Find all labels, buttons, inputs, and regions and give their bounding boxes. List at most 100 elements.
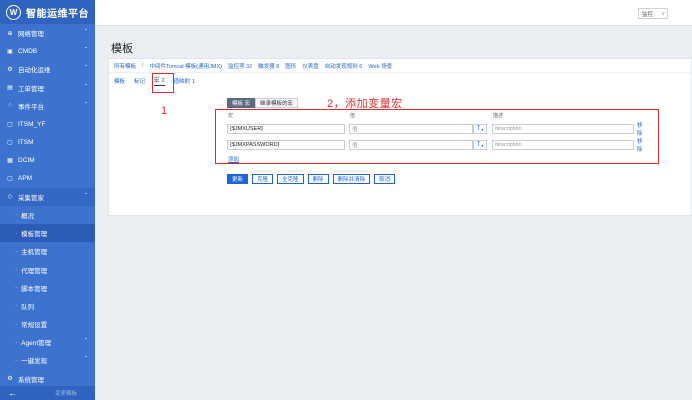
sidebar-item[interactable]: · 队列: [0, 297, 95, 315]
breadcrumb-link[interactable]: 监控项 32: [228, 62, 252, 70]
breadcrumb-link[interactable]: 中间件Tomcat 模板(通用JMX): [150, 62, 222, 70]
sidebar-item-label: 脚本管理: [21, 285, 48, 293]
sidebar-item-label: APM: [18, 175, 33, 183]
sidebar-item-label: 一键发现: [21, 358, 48, 366]
breadcrumb-link[interactable]: 触发器 8: [258, 62, 279, 70]
chevron-down-icon: ˇ: [85, 48, 87, 55]
sidebar-footer: ← 变更模板: [0, 386, 95, 400]
sidebar-item-label: 系统管理: [18, 376, 44, 384]
tab-3[interactable]: 值映射 1: [174, 77, 196, 85]
app-title: 智能运维平台: [26, 8, 89, 20]
gear-icon: ⚙: [7, 376, 13, 383]
breadcrumb-link[interactable]: 所有模板: [114, 62, 136, 70]
bullet-icon: ·: [15, 229, 18, 237]
annotation-box-macro-tab: [152, 73, 174, 93]
full-clone-button[interactable]: 全克隆: [277, 174, 304, 184]
sidebar-item-label: 网络管理: [18, 31, 44, 39]
sidebar-item[interactable]: ⚙ 自动化运维 ˇ: [0, 60, 95, 78]
sidebar-nav: ⊕ 网络管理 ˇ ▣ CMDB ˇ ⚙ 自动化运维 ˇ ▤ 工单管理 ˇ ♢ 事件平台 ˇ ▢ ITSM_YF ▢…: [0, 24, 95, 388]
sidebar-item[interactable]: ⊕ 网络管理 ˇ: [0, 24, 95, 42]
breadcrumb-link[interactable]: Web 场景: [368, 62, 392, 70]
chevron-down-icon: ˇ: [85, 66, 87, 73]
chevron-down-icon: ˇ: [85, 102, 87, 109]
topbar: 监控 ∨: [95, 0, 692, 26]
sidebar-item[interactable]: · 脚本管理: [0, 279, 95, 297]
sidebar-item[interactable]: ▣ CMDB ˇ: [0, 42, 95, 60]
tab-label: 模板: [114, 79, 126, 85]
automation-icon: ⚙: [7, 66, 13, 73]
bullet-icon: ·: [15, 338, 18, 346]
breadcrumb-link[interactable]: 图形: [285, 62, 296, 70]
collapse-arrow-icon[interactable]: ←: [8, 388, 17, 398]
bullet-icon: ·: [15, 266, 18, 274]
sidebar-item[interactable]: · 代理管理: [0, 260, 95, 278]
update-button[interactable]: 更新: [227, 174, 249, 184]
breadcrumb-link[interactable]: 仪表盘: [302, 62, 319, 70]
annotation-box-macros: [215, 109, 659, 164]
sidebar-item-label: ITSM_YF: [18, 120, 46, 128]
doc-icon: ▢: [7, 121, 13, 128]
chevron-down-icon: ˇ: [85, 339, 87, 346]
cancel-button[interactable]: 取消: [374, 174, 396, 184]
sidebar-item-label: CMDB: [18, 47, 38, 55]
tab-count: 1: [192, 79, 196, 85]
tab-label: 值映射: [173, 79, 191, 85]
app-logo[interactable]: W 智能运维平台: [0, 0, 95, 24]
server-icon: ▦: [7, 157, 13, 164]
sidebar-item-label: 主机管理: [21, 249, 48, 257]
sidebar-item[interactable]: · 模板管理: [0, 224, 95, 243]
sidebar-item-label: 自动化运维: [18, 67, 51, 75]
chevron-down-icon: ∨: [661, 10, 665, 17]
bullet-icon: ·: [15, 302, 18, 310]
sidebar-item[interactable]: · 一键发现 ˇ: [0, 351, 95, 369]
subtab-inherited-macros[interactable]: 继承模板的宏: [255, 98, 299, 108]
sidebar: W 智能运维平台 ⊕ 网络管理 ˇ ▣ CMDB ˇ ⚙ 自动化运维 ˇ ▤ 工单管理 ˇ ♢ 事件平台 ˇ…: [0, 0, 95, 400]
bullet-icon: ·: [15, 284, 18, 292]
bullet-icon: ·: [15, 320, 18, 328]
collect-icon: ◇: [7, 194, 13, 201]
delete-clear-button[interactable]: 删除并清除: [332, 174, 371, 184]
chevron-up-icon: ˆ: [85, 193, 87, 200]
sidebar-item[interactable]: ▢ APM: [0, 170, 95, 188]
sidebar-item[interactable]: · Agent管理 ˇ: [0, 333, 95, 351]
chevron-down-icon: ˇ: [85, 84, 87, 91]
sidebar-item[interactable]: ▢ ITSM: [0, 133, 95, 151]
sidebar-item-label: Agent管理: [21, 340, 52, 348]
sidebar-item[interactable]: ▢ ITSM_YF: [0, 115, 95, 133]
bell-icon: ♢: [7, 103, 13, 110]
sidebar-item[interactable]: ▤ 工单管理 ˇ: [0, 79, 95, 97]
bullet-icon: ·: [15, 211, 18, 219]
main-area: 模板 所有模板 / 中间件Tomcat 模板(通用JMX) 监控项 32 触发器 8 图形…: [95, 26, 692, 400]
doc-icon: ▢: [7, 176, 13, 183]
tab-label: 标记: [134, 79, 146, 85]
sidebar-item[interactable]: · 概况: [0, 206, 95, 224]
monitor-select[interactable]: 监控 ∨: [638, 8, 668, 19]
tab-1[interactable]: 标记: [134, 77, 145, 85]
tab-0[interactable]: 模板: [114, 77, 125, 85]
sidebar-item[interactable]: · 主机管理: [0, 242, 95, 260]
sidebar-item-label: 代理管理: [21, 267, 48, 275]
sidebar-item-label: 队列: [21, 303, 35, 311]
sidebar-item[interactable]: ▦ DCIM: [0, 151, 95, 169]
sidebar-item-label: 采集管家: [18, 194, 44, 202]
sidebar-item[interactable]: ◇ 采集管家 ˆ: [0, 187, 95, 206]
chevron-down-icon: ˇ: [85, 30, 87, 37]
sidebar-item[interactable]: · 常规设置: [0, 315, 95, 333]
doc-icon: ▢: [7, 139, 13, 146]
template-tabs: 模板 标记宏 2 值映射 1: [109, 73, 691, 89]
logo-icon: W: [6, 4, 21, 20]
sidebar-item[interactable]: ♢ 事件平台 ˇ: [0, 97, 95, 115]
clone-button[interactable]: 克隆: [252, 174, 274, 184]
sidebar-item-label: 概况: [21, 212, 35, 220]
globe-icon: ⊕: [7, 30, 13, 37]
breadcrumb-link[interactable]: 自动发现规则 6: [325, 62, 363, 70]
annotation-step-1: 1: [161, 105, 168, 117]
form-buttons: 更新 克隆 全克隆 删除 删除并清除 取消: [227, 174, 396, 184]
bullet-icon: ·: [15, 247, 18, 255]
subtab-template-macros[interactable]: 模板 宏: [227, 98, 256, 108]
sidebar-item-label: ITSM: [18, 138, 34, 146]
monitor-select-value: 监控: [642, 11, 654, 18]
sidebar-item-label: 模板管理: [21, 231, 48, 239]
delete-button[interactable]: 删除: [307, 174, 329, 184]
database-icon: ▣: [7, 48, 13, 55]
